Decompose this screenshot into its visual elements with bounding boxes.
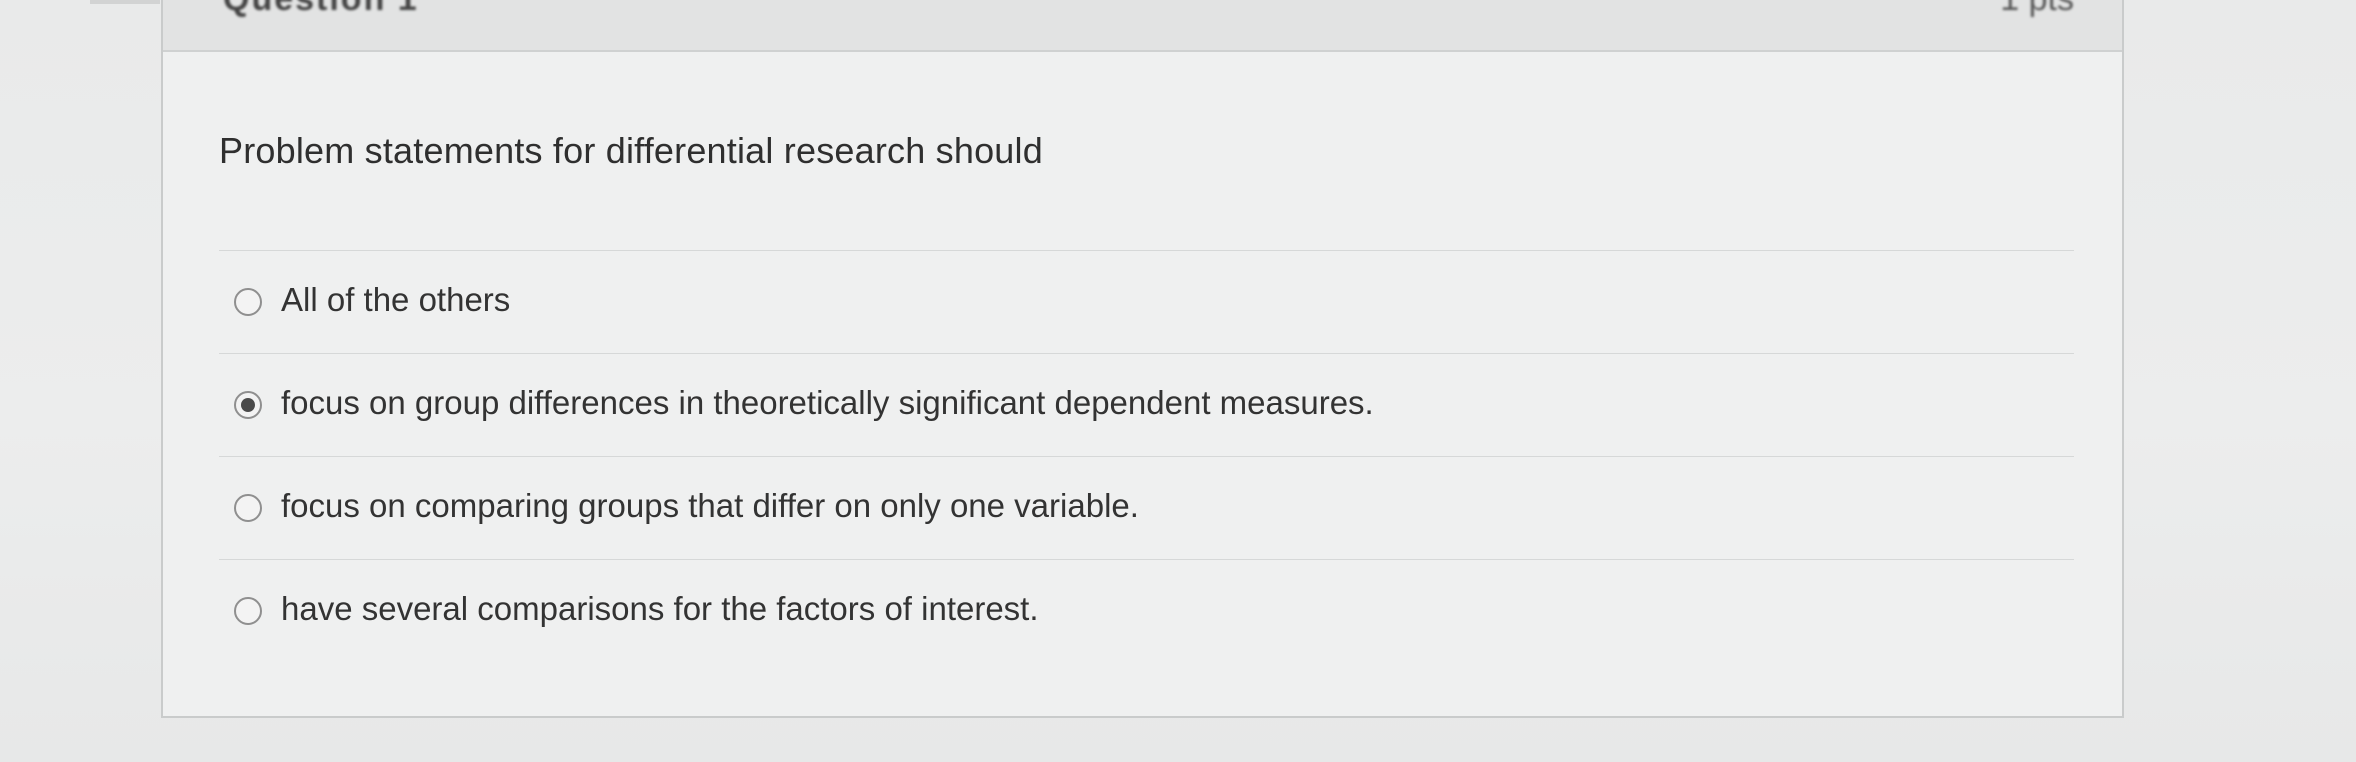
radio-button-icon[interactable]	[234, 494, 262, 522]
answer-label[interactable]: focus on group differences in theoretica…	[281, 384, 1374, 422]
question-prompt: Problem statements for differential rese…	[219, 130, 1043, 171]
answer-list: All of the others focus on group differe…	[219, 250, 2074, 662]
answer-option-2[interactable]: focus on group differences in theoretica…	[219, 353, 2074, 456]
radio-button-icon[interactable]	[234, 597, 262, 625]
page-edge	[90, 0, 160, 4]
question-body: Problem statements for differential rese…	[219, 52, 2074, 716]
radio-button-icon[interactable]	[234, 288, 262, 316]
answer-label[interactable]: focus on comparing groups that differ on…	[281, 487, 1139, 525]
question-title: Question 1	[223, 0, 419, 19]
radio-button-selected-icon[interactable]	[234, 391, 262, 419]
question-card: Question 1 1 pts Problem statements for …	[161, 0, 2124, 718]
question-points: 1 pts	[2000, 0, 2074, 19]
answer-option-4[interactable]: have several comparisons for the factors…	[219, 559, 2074, 662]
answer-option-1[interactable]: All of the others	[219, 250, 2074, 353]
answer-label[interactable]: have several comparisons for the factors…	[281, 590, 1039, 628]
question-header: Question 1 1 pts	[163, 0, 2122, 52]
answer-label[interactable]: All of the others	[281, 281, 510, 319]
answer-option-3[interactable]: focus on comparing groups that differ on…	[219, 456, 2074, 559]
